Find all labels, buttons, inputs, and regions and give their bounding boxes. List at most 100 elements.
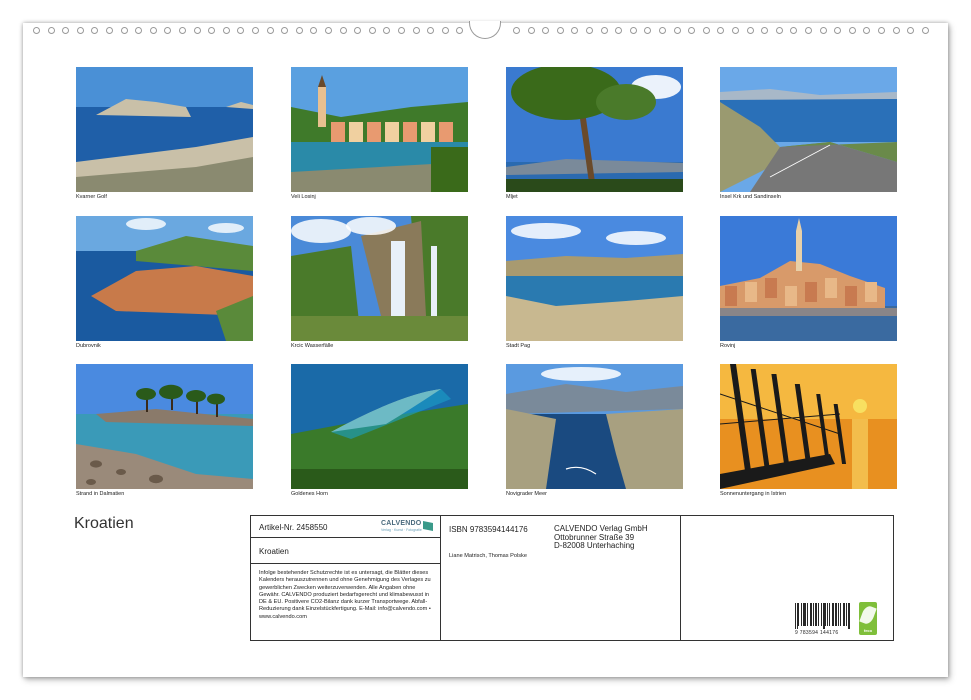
calendar-photo [76,364,253,489]
barcode-bar [815,603,816,626]
binding-hole [325,27,332,34]
photo-rock [149,474,163,484]
photo-illustration [291,364,468,489]
binding-hole [368,27,376,34]
photo-cloud [606,231,666,245]
binding-hole [91,27,99,34]
photo-illustration [506,364,683,489]
binding-hole [848,27,856,34]
photo-reflection [720,308,897,316]
barcode-bar [825,603,826,626]
barcode-bar [821,603,822,626]
photo-illustration [720,216,897,341]
calendar-photo [291,364,468,489]
binding-hole [615,27,623,34]
publisher-city: D-82008 Unterhaching [554,541,635,550]
photo-illustration [291,67,468,192]
photo-sun [853,399,867,413]
calendar-photo [291,216,468,341]
photo-tree-crown [207,393,225,405]
photo-foreground [506,179,683,192]
calendar-photo-tile: Kvarner Golf [76,67,253,201]
barcode-bar [816,603,817,626]
photo-cloud [346,217,396,235]
photo-cloud [291,219,351,243]
calendar-photo [291,67,468,192]
photo-ground [291,316,468,341]
barcode-bar [807,603,808,626]
photo-illustration [506,216,683,341]
calendar-photo [720,364,897,489]
photo-tree-crown [596,84,656,120]
binding-hole [427,27,435,34]
binding-hole [542,27,550,34]
binding-hole [441,27,449,34]
binding-hole [106,27,113,34]
photo-sky-band [720,364,897,419]
binding-hole [33,27,40,34]
barcode-bar [818,603,819,626]
leaf-icon [859,604,877,626]
photo-cloud [126,218,166,230]
binding-hole [281,27,289,34]
photo-tree-crown [159,384,183,400]
photo-caption: Strand in Dalmatien [76,491,125,497]
photo-illustration [76,67,253,192]
photo-rock [116,469,126,475]
barcode-bar [832,603,833,626]
photo-house [785,286,797,306]
binding-hole [892,27,900,34]
binding-hole [222,27,230,34]
photo-house [725,286,737,306]
binding-hole [62,27,70,34]
barcode-bar [849,603,850,629]
barcode-bar [838,603,839,626]
photo-caption: Krcic Wasserfälle [291,343,334,349]
calvendo-logo-subtitle: Verlag · Kunst · Fotografie [381,528,422,532]
barcode-bar [801,603,802,626]
info-title: Kroatien [259,547,289,556]
photo-tree-crown [136,388,156,400]
article-row: Artikel-Nr. 2458550 CALVENDO Verlag · Ku… [251,516,440,538]
title-row: Kroatien [251,538,440,564]
binding-hole [179,27,186,34]
binding-hole [208,27,216,34]
feco-label: feco [863,628,873,633]
photo-house [745,282,757,302]
barcode-bar [840,603,841,626]
barcode-bar [827,603,828,626]
calendar-photo-tile: Strand in Dalmatien [76,364,253,498]
binding-hole [266,27,274,34]
barcode-bar [811,603,812,626]
barcode-bar [813,603,814,626]
barcode-bar [805,603,806,626]
photo-house [421,122,435,142]
photo-bell-tower [318,87,326,127]
calendar-photo-tile: Krcic Wasserfälle [291,216,468,350]
photo-caption: Kvarner Golf [76,194,107,200]
binding-hole [878,27,885,34]
binding-hole [398,27,405,34]
calendar-photo-tile: Mljet [506,67,683,201]
calvendo-logo-icon [423,521,433,531]
barcode-bar [833,603,834,626]
photo-illustration [291,216,468,341]
photo-rock [86,479,96,485]
binding-hole [819,27,827,34]
binding-hole [717,27,725,34]
barcode: 9 783594 144176 [795,603,851,637]
binding-hole [775,27,783,34]
calendar-photo [506,67,683,192]
photo-house [845,286,857,306]
binding-hole [149,27,157,34]
binding-hole [412,27,420,34]
publisher-address: CALVENDO Verlag GmbH Ottobrunner Straße … [554,524,648,551]
photo-forest [291,469,468,489]
barcode-bars [795,603,850,629]
photo-house [403,122,417,142]
binding-hole [673,27,681,34]
binding-hole [644,27,652,34]
barcode-bar [836,603,837,626]
binding-hole [571,27,579,34]
binding-hole [732,27,739,34]
